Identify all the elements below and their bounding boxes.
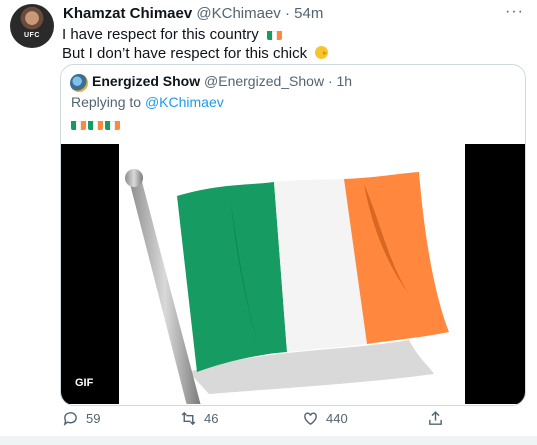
like-button[interactable]: 440 [302, 410, 348, 427]
tweet-time[interactable]: · 54m [285, 5, 323, 22]
quote-header: Energized Show @Energized_Show · 1h [92, 73, 352, 89]
like-count: 440 [326, 411, 348, 426]
chick-emoji [315, 46, 329, 59]
share-icon [429, 411, 442, 425]
author-name[interactable]: Khamzat Chimaev [63, 5, 192, 22]
quote-time: · 1h [327, 73, 353, 89]
retweet-icon [181, 411, 196, 426]
tweet[interactable]: UFC Khamzat Chimaev @KChimaev · 54m ··· … [0, 0, 537, 445]
avatar[interactable]: UFC [10, 4, 54, 48]
quote-author-name: Energized Show [92, 73, 201, 89]
replying-to: Replying to @KChimaev [71, 94, 224, 110]
quote-avatar[interactable] [70, 74, 88, 92]
ireland-flag-emoji [88, 119, 103, 130]
reply-icon [63, 412, 77, 426]
tweet-text-2: But I don’t have respect for this chick [62, 45, 308, 62]
retweet-button[interactable]: 46 [180, 410, 218, 427]
tweet-header: Khamzat Chimaev @KChimaev · 54m [63, 5, 323, 22]
tweet-actions: 59 46 440 [0, 410, 537, 434]
quoted-tweet[interactable]: Energized Show @Energized_Show · 1h Repl… [60, 64, 526, 406]
reply-button[interactable]: 59 [62, 410, 100, 427]
tweet-text-1: I have respect for this country [62, 26, 259, 43]
reply-count: 59 [86, 411, 101, 426]
waving-irish-flag-graphic [125, 169, 449, 405]
tweet-text-line-1: I have respect for this country [62, 26, 282, 43]
tweet-divider [0, 436, 537, 445]
avatar-badge: UFC [24, 32, 40, 39]
gif-badge: GIF [69, 374, 100, 392]
more-icon[interactable]: ··· [505, 3, 524, 21]
replying-mention[interactable]: @KChimaev [145, 94, 224, 110]
share-button[interactable] [427, 410, 444, 427]
ireland-flag-emoji [105, 119, 120, 130]
replying-prefix: Replying to [71, 94, 142, 110]
ireland-flag-emoji [266, 29, 282, 40]
quote-author-handle: @Energized_Show [204, 73, 325, 89]
tweet-text-line-2: But I don’t have respect for this chick [62, 45, 329, 62]
quote-flags [71, 116, 122, 134]
ireland-flag-emoji [71, 119, 86, 130]
gif-frame [119, 144, 465, 405]
gif-media[interactable]: GIF [61, 144, 525, 405]
retweet-count: 46 [204, 411, 219, 426]
like-icon [304, 412, 317, 426]
author-handle[interactable]: @KChimaev [196, 5, 280, 22]
